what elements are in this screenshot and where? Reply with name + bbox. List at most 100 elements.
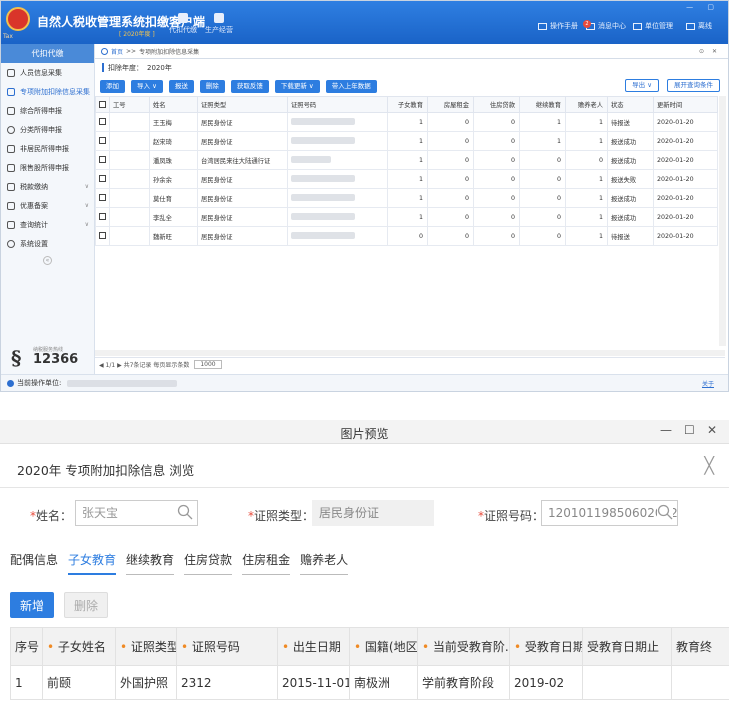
birth-date-cell[interactable]: 2015-11-01 — [277, 665, 350, 700]
col-cont-edu[interactable]: 继续教育 — [519, 96, 566, 113]
tab-child-education[interactable]: 子女教育 — [68, 547, 117, 575]
add-button[interactable]: 添加 — [100, 79, 125, 93]
horizontal-scrollbar[interactable] — [95, 350, 725, 356]
tab-housing-rent[interactable]: 住房租金 — [242, 547, 291, 575]
row-checkbox[interactable] — [95, 112, 110, 132]
breadcrumb-home[interactable]: 首页 — [111, 47, 123, 56]
table-row[interactable]: 魏新旺 居民身份证 0 0 0 0 1 待报送 2020-01-20 — [95, 226, 718, 246]
col-id-number[interactable]: • 证照号码 — [176, 627, 278, 666]
child-name-cell[interactable]: 前颐 — [42, 665, 116, 700]
sidebar-item-comprehensive[interactable]: 综合所得申报 — [1, 101, 94, 120]
manual-link[interactable]: 操作手册 — [538, 21, 578, 31]
col-loan[interactable]: 住房贷款 — [473, 96, 520, 113]
sidebar-item-restricted-stock[interactable]: 限售股所得申报 — [1, 158, 94, 177]
tab-controls[interactable]: ⊙ ✕ — [699, 48, 720, 55]
sidebar-item-personnel[interactable]: 人员信息采集 — [1, 63, 94, 82]
col-edu-start[interactable]: • 受教育日期起 — [509, 627, 583, 666]
col-child-edu[interactable]: 子女教育 — [387, 96, 428, 113]
export-button[interactable]: 导出 ∨ — [625, 79, 659, 92]
col-child-name[interactable]: • 子女姓名 — [42, 627, 116, 666]
row-checkbox[interactable] — [95, 188, 110, 208]
table-row[interactable]: 李乱全 居民身份证 1 0 0 0 1 报送成功 2020-01-20 — [95, 207, 718, 227]
col-name[interactable]: 姓名 — [149, 96, 198, 113]
offline-link[interactable]: 离线 — [686, 21, 712, 31]
id-type-cell[interactable]: 外国护照 — [115, 665, 177, 700]
child-edu-cell: 0 — [387, 226, 428, 246]
menu-business[interactable]: 生产经营 — [205, 13, 233, 35]
sidebar-item-preferential[interactable]: 优惠备案 ∨ — [1, 196, 94, 215]
col-edu-final[interactable]: 教育终 — [671, 627, 729, 666]
search-icon[interactable] — [657, 504, 673, 520]
collapse-icon[interactable]: « — [43, 256, 52, 265]
sidebar-item-nonresident[interactable]: 非居民所得申报 — [1, 139, 94, 158]
delete-button[interactable]: 删除 — [64, 592, 108, 618]
sidebar-item-special-deduction[interactable]: 专项附加扣除信息采集 — [1, 82, 94, 101]
edu-stage-cell[interactable]: 学前教育阶段 — [417, 665, 510, 700]
id-number-cell[interactable]: 2312 — [176, 665, 278, 700]
menu-withholding[interactable]: 代扣代缴 — [169, 13, 197, 35]
id-type-cell: 居民身份证 — [197, 169, 288, 189]
bring-last-year-button[interactable]: 带入上年数据 — [325, 79, 377, 93]
maximize-icon[interactable]: ☐ — [684, 423, 695, 437]
col-nationality[interactable]: • 国籍(地区) — [349, 627, 418, 666]
edu-start-cell[interactable]: 2019-02 — [509, 665, 583, 700]
col-edu-end[interactable]: 受教育日期止 — [582, 627, 672, 666]
report-button[interactable]: 报送 — [168, 79, 194, 93]
tab-continuing-education[interactable]: 继续教育 — [126, 547, 175, 575]
nationality-cell[interactable]: 南极洲 — [349, 665, 418, 700]
delete-button[interactable]: 删除 — [199, 79, 225, 93]
table-row[interactable]: 1 前颐 外国护照 2312 2015-11-01 南极洲 学前教育阶段 201… — [10, 665, 729, 700]
col-rent[interactable]: 房屋租金 — [427, 96, 474, 113]
pager-info[interactable]: ◀ 1/1 ▶ 共7条记录 每页显示条数 — [99, 360, 189, 369]
page-size-input[interactable]: 1000 — [194, 360, 222, 369]
id-number-field[interactable]: 12010119850602002 — [541, 500, 678, 526]
col-update-time[interactable]: 更新时间 — [653, 96, 718, 113]
col-status[interactable]: 状态 — [607, 96, 654, 113]
row-checkbox[interactable] — [95, 150, 110, 170]
table-row[interactable]: 孙余余 居民身份证 1 0 0 0 1 报送失败 2020-01-20 — [95, 169, 718, 189]
row-checkbox[interactable] — [95, 131, 110, 151]
sidebar-item-classified[interactable]: 分类所得申报 — [1, 120, 94, 139]
unit-management-link[interactable]: 单位管理 — [633, 21, 673, 31]
col-employee-no[interactable]: 工号 — [109, 96, 150, 113]
table-row[interactable]: 赵宋琦 居民身份证 1 0 0 1 1 报送成功 2020-01-20 — [95, 131, 718, 151]
table-row[interactable]: 潘凤珠 台湾居民来往大陆通行证 1 0 0 0 0 报送成功 2020-01-2… — [95, 150, 718, 170]
select-all-checkbox[interactable] — [95, 96, 110, 113]
cont-edu-cell: 1 — [519, 112, 566, 132]
sidebar-item-settings[interactable]: 系统设置 — [1, 234, 94, 253]
add-new-button[interactable]: 新增 — [10, 592, 54, 618]
col-elder[interactable]: 赡养老人 — [565, 96, 608, 113]
table-row[interactable]: 莫仕育 居民身份证 1 0 0 0 1 报送成功 2020-01-20 — [95, 188, 718, 208]
search-icon[interactable] — [177, 504, 193, 520]
tab-housing-loan[interactable]: 住房贷款 — [184, 547, 233, 575]
row-checkbox[interactable] — [95, 226, 110, 246]
tab-elderly-support[interactable]: 赡养老人 — [300, 547, 349, 575]
row-checkbox[interactable] — [95, 207, 110, 227]
window-controls[interactable]: — ▢ — [686, 3, 720, 11]
message-center-link[interactable]: 2 消息中心 — [583, 19, 626, 31]
edu-final-cell[interactable] — [671, 665, 729, 700]
about-link[interactable]: 关于 — [702, 379, 714, 388]
edu-end-cell[interactable] — [582, 665, 672, 700]
home-icon[interactable] — [101, 47, 108, 55]
col-birth-date[interactable]: • 出生日期 — [277, 627, 350, 666]
col-id-number[interactable]: 证照号码 — [287, 96, 388, 113]
minimize-icon[interactable]: — — [660, 423, 672, 437]
col-id-type[interactable]: 证照类型 — [197, 96, 288, 113]
expand-query-button[interactable]: 展开查询条件 — [667, 79, 720, 92]
col-edu-stage[interactable]: • 当前受教育阶... — [417, 627, 510, 666]
import-button[interactable]: 导入 ∨ — [131, 79, 163, 93]
sidebar-item-query-stats[interactable]: 查询统计 ∨ — [1, 215, 94, 234]
tab-spouse[interactable]: 配偶信息 — [10, 547, 58, 575]
get-feedback-button[interactable]: 获取反馈 — [230, 79, 269, 93]
col-id-type[interactable]: • 证照类型 — [115, 627, 177, 666]
vertical-scrollbar[interactable] — [719, 96, 726, 346]
time-cell: 2020-01-20 — [653, 169, 718, 189]
dialog-close-icon[interactable]: ╳ — [704, 456, 714, 475]
close-icon[interactable]: ✕ — [707, 423, 717, 437]
download-update-button[interactable]: 下载更新 ∨ — [274, 79, 320, 93]
table-row[interactable]: 王玉梅 居民身份证 1 0 0 1 1 待报送 2020-01-20 — [95, 112, 718, 132]
sidebar-item-tax-payment[interactable]: 税款缴纳 ∨ — [1, 177, 94, 196]
row-checkbox[interactable] — [95, 169, 110, 189]
name-field[interactable]: 张天宝 — [75, 500, 198, 526]
